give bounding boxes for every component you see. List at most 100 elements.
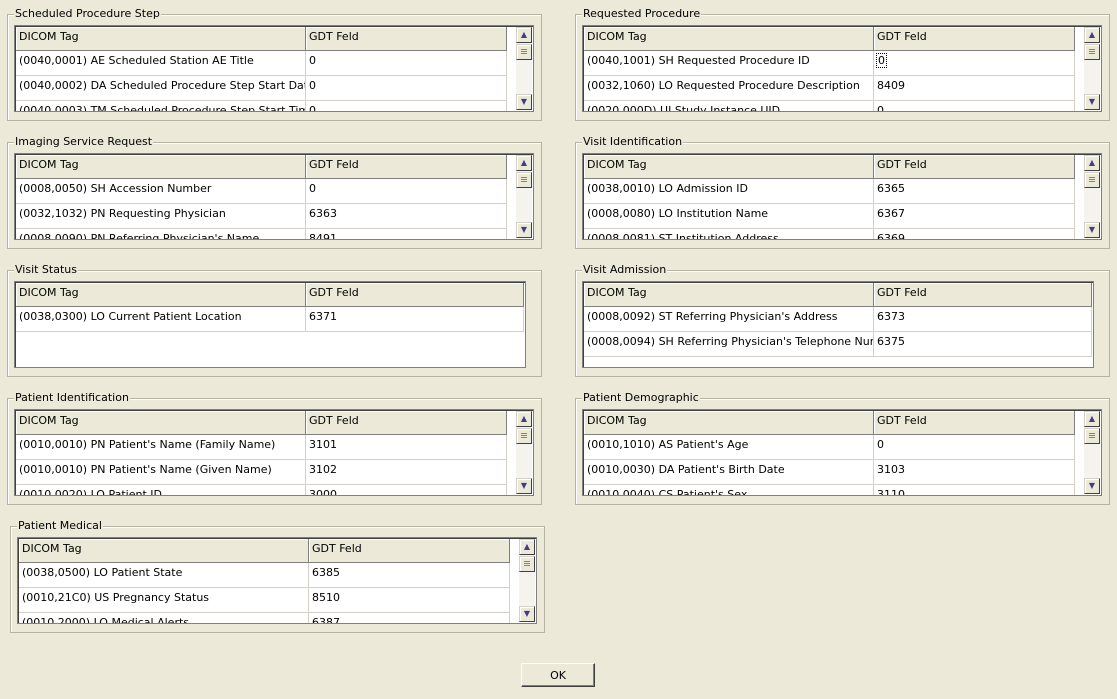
column-header-dicom-tag[interactable]: DICOM Tag xyxy=(19,539,309,562)
column-header-gdt-feld[interactable]: GDT Feld xyxy=(306,411,507,434)
scroll-thumb[interactable] xyxy=(1084,172,1100,188)
scroll-thumb[interactable] xyxy=(516,44,532,60)
table-row[interactable]: (0010,1010) AS Patient's Age 0 xyxy=(584,435,1075,460)
table-row[interactable]: (0008,0090) PN Referring Physician's Nam… xyxy=(16,229,507,239)
gdt-field-cell[interactable]: 0 xyxy=(306,51,507,75)
scroll-thumb[interactable] xyxy=(1084,44,1100,60)
scroll-down-icon[interactable]: ▼ xyxy=(1084,478,1100,494)
table-row[interactable]: (0038,0010) LO Admission ID 6365 xyxy=(584,179,1075,204)
gdt-field-cell[interactable]: 3110 xyxy=(874,485,1075,495)
gdt-field-cell[interactable]: 3101 xyxy=(306,435,507,459)
tag-grid[interactable]: DICOM Tag GDT Feld (0038,0010) LO Admiss… xyxy=(582,153,1102,240)
vertical-scrollbar[interactable]: ▲ ▼ xyxy=(516,411,532,494)
gdt-field-cell[interactable]: 0 xyxy=(306,179,507,203)
scroll-up-icon[interactable]: ▲ xyxy=(516,155,532,171)
scroll-down-icon[interactable]: ▼ xyxy=(516,478,532,494)
gdt-field-cell[interactable]: 6365 xyxy=(874,179,1075,203)
vertical-scrollbar[interactable]: ▲ ▼ xyxy=(519,539,535,622)
gdt-field-cell[interactable]: 0 xyxy=(874,435,1075,459)
vertical-scrollbar[interactable]: ▲ ▼ xyxy=(1084,411,1100,494)
tag-grid[interactable]: DICOM Tag GDT Feld (0008,0092) ST Referr… xyxy=(582,281,1094,368)
scroll-up-icon[interactable]: ▲ xyxy=(519,539,535,555)
table-row[interactable]: (0008,0050) SH Accession Number 0 xyxy=(16,179,507,204)
column-header-dicom-tag[interactable]: DICOM Tag xyxy=(584,27,874,50)
scroll-thumb[interactable] xyxy=(1084,428,1100,444)
table-row[interactable]: (0010,0010) PN Patient's Name (Given Nam… xyxy=(16,460,507,485)
gdt-field-cell[interactable]: 6385 xyxy=(309,563,510,587)
ok-button[interactable]: OK xyxy=(521,663,595,687)
vertical-scrollbar[interactable]: ▲ ▼ xyxy=(516,27,532,110)
column-header-dicom-tag[interactable]: DICOM Tag xyxy=(16,411,306,434)
gdt-field-cell[interactable]: 6371 xyxy=(306,307,524,331)
table-row[interactable]: (0010,2000) LO Medical Alerts 6387 xyxy=(19,613,510,623)
table-row[interactable]: (0008,0081) ST Institution Address 6369 xyxy=(584,229,1075,239)
gdt-field-edit-value[interactable]: 0 xyxy=(876,53,887,68)
table-row[interactable]: (0010,0020) LO Patient ID 3000 xyxy=(16,485,507,495)
tag-grid[interactable]: DICOM Tag GDT Feld (0010,1010) AS Patien… xyxy=(582,409,1102,496)
gdt-field-cell[interactable]: 8409 xyxy=(874,76,1075,100)
table-row[interactable]: (0008,0092) ST Referring Physician's Add… xyxy=(584,307,1092,332)
gdt-field-cell[interactable]: 0 xyxy=(306,101,507,111)
table-row[interactable]: (0032,1032) PN Requesting Physician 6363 xyxy=(16,204,507,229)
column-header-dicom-tag[interactable]: DICOM Tag xyxy=(16,155,306,178)
scroll-down-icon[interactable]: ▼ xyxy=(516,94,532,110)
scroll-up-icon[interactable]: ▲ xyxy=(1084,155,1100,171)
gdt-field-cell[interactable]: 6367 xyxy=(874,204,1075,228)
scroll-up-icon[interactable]: ▲ xyxy=(516,27,532,43)
scroll-down-icon[interactable]: ▼ xyxy=(1084,94,1100,110)
scroll-up-icon[interactable]: ▲ xyxy=(516,411,532,427)
table-row[interactable]: (0010,0010) PN Patient's Name (Family Na… xyxy=(16,435,507,460)
table-row[interactable]: (0010,21C0) US Pregnancy Status 8510 xyxy=(19,588,510,613)
scroll-thumb[interactable] xyxy=(516,172,532,188)
tag-grid[interactable]: DICOM Tag GDT Feld (0040,0001) AE Schedu… xyxy=(14,25,534,112)
column-header-gdt-feld[interactable]: GDT Feld xyxy=(874,155,1075,178)
column-header-gdt-feld[interactable]: GDT Feld xyxy=(874,411,1075,434)
gdt-field-cell[interactable]: 0 xyxy=(874,101,1075,111)
column-header-dicom-tag[interactable]: DICOM Tag xyxy=(16,27,306,50)
gdt-field-cell-active[interactable]: 0 xyxy=(874,51,1075,75)
gdt-field-cell[interactable]: 6363 xyxy=(306,204,507,228)
gdt-field-cell[interactable]: 3000 xyxy=(306,485,507,495)
scroll-down-icon[interactable]: ▼ xyxy=(1084,222,1100,238)
column-header-gdt-feld[interactable]: GDT Feld xyxy=(874,283,1092,306)
vertical-scrollbar[interactable]: ▲ ▼ xyxy=(1084,155,1100,238)
column-header-gdt-feld[interactable]: GDT Feld xyxy=(306,155,507,178)
table-row[interactable]: (0008,0080) LO Institution Name 6367 xyxy=(584,204,1075,229)
table-row[interactable]: (0010,0040) CS Patient's Sex 3110 xyxy=(584,485,1075,495)
gdt-field-cell[interactable]: 3102 xyxy=(306,460,507,484)
column-header-dicom-tag[interactable]: DICOM Tag xyxy=(16,283,306,306)
table-row[interactable]: (0038,0300) LO Current Patient Location 6… xyxy=(16,307,524,332)
column-header-dicom-tag[interactable]: DICOM Tag xyxy=(584,411,874,434)
vertical-scrollbar[interactable]: ▲ ▼ xyxy=(516,155,532,238)
tag-grid[interactable]: DICOM Tag GDT Feld (0010,0010) PN Patien… xyxy=(14,409,534,496)
tag-grid[interactable]: DICOM Tag GDT Feld (0038,0300) LO Curren… xyxy=(14,281,526,368)
gdt-field-cell[interactable]: 6369 xyxy=(874,229,1075,239)
scroll-up-icon[interactable]: ▲ xyxy=(1084,411,1100,427)
scroll-down-icon[interactable]: ▼ xyxy=(516,222,532,238)
table-row[interactable]: (0008,0094) SH Referring Physician's Tel… xyxy=(584,332,1092,357)
table-row[interactable]: (0040,0002) DA Scheduled Procedure Step … xyxy=(16,76,507,101)
scroll-thumb[interactable] xyxy=(516,428,532,444)
scroll-up-icon[interactable]: ▲ xyxy=(1084,27,1100,43)
column-header-gdt-feld[interactable]: GDT Feld xyxy=(309,539,510,562)
gdt-field-cell[interactable]: 3103 xyxy=(874,460,1075,484)
gdt-field-cell[interactable]: 6387 xyxy=(309,613,510,623)
gdt-field-cell[interactable]: 0 xyxy=(306,76,507,100)
table-row[interactable]: (0040,0001) AE Scheduled Station AE Titl… xyxy=(16,51,507,76)
tag-grid[interactable]: DICOM Tag GDT Feld (0040,1001) SH Reques… xyxy=(582,25,1102,112)
table-row[interactable]: (0038,0500) LO Patient State 6385 xyxy=(19,563,510,588)
column-header-dicom-tag[interactable]: DICOM Tag xyxy=(584,155,874,178)
scroll-thumb[interactable] xyxy=(519,556,535,572)
gdt-field-cell[interactable]: 8510 xyxy=(309,588,510,612)
table-row[interactable]: (0040,1001) SH Requested Procedure ID 0 xyxy=(584,51,1075,76)
tag-grid[interactable]: DICOM Tag GDT Feld (0008,0050) SH Access… xyxy=(14,153,534,240)
column-header-gdt-feld[interactable]: GDT Feld xyxy=(874,27,1075,50)
column-header-gdt-feld[interactable]: GDT Feld xyxy=(306,283,524,306)
gdt-field-cell[interactable]: 6373 xyxy=(874,307,1092,331)
table-row[interactable]: (0010,0030) DA Patient's Birth Date 3103 xyxy=(584,460,1075,485)
vertical-scrollbar[interactable]: ▲ ▼ xyxy=(1084,27,1100,110)
scroll-down-icon[interactable]: ▼ xyxy=(519,606,535,622)
tag-grid[interactable]: DICOM Tag GDT Feld (0038,0500) LO Patien… xyxy=(17,537,537,624)
table-row[interactable]: (0032,1060) LO Requested Procedure Descr… xyxy=(584,76,1075,101)
table-row[interactable]: (0040,0003) TM Scheduled Procedure Step … xyxy=(16,101,507,111)
